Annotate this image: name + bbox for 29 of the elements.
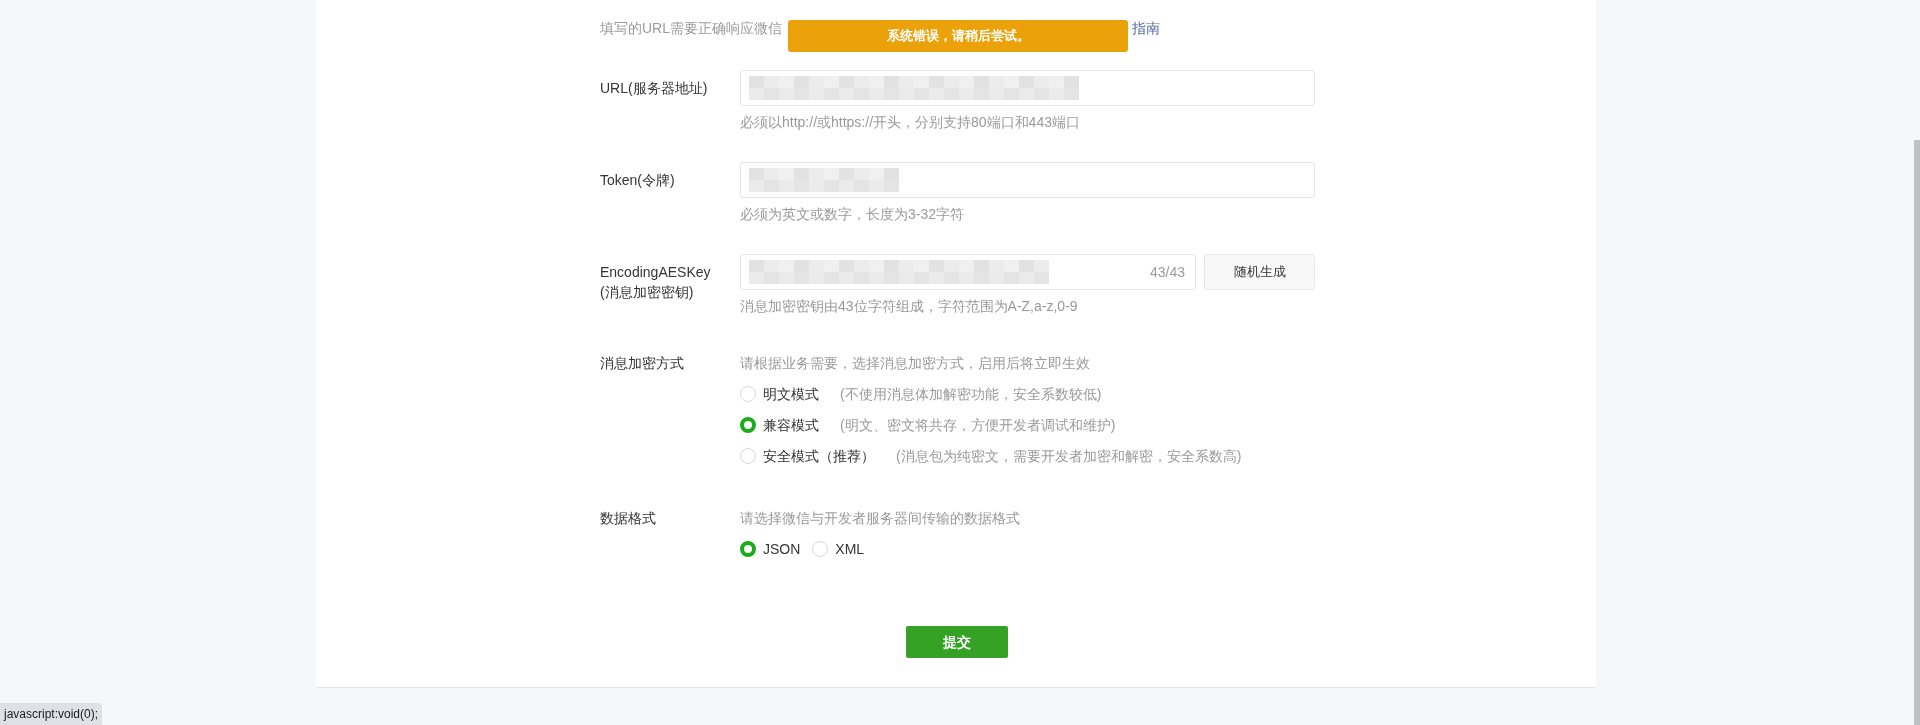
field-label: (消息加密密钥) (600, 283, 695, 302)
radio-button[interactable] (740, 417, 756, 433)
text-input-field[interactable] (740, 70, 1315, 106)
field-hint: 必须为英文或数字，长度为3-32字符 (740, 205, 966, 224)
radio-button[interactable] (740, 541, 756, 557)
radio-label[interactable]: 安全模式（推荐） (763, 445, 875, 467)
option-note: (明文、密文将共存，方便开发者调试和维护) (840, 415, 1116, 435)
intro-text: 填写的URL需要正确响应微信 (600, 18, 782, 38)
field-label: Token(令牌) (600, 171, 676, 190)
radio-label[interactable]: JSON (763, 538, 801, 560)
option-note: (不使用消息体加解密功能，安全系数较低) (840, 384, 1102, 404)
radio-label[interactable]: XML (835, 538, 865, 560)
guide-link[interactable]: 指南 (1132, 17, 1160, 39)
section-hint: 请根据业务需要，选择消息加密方式，启用后将立即生效 (740, 354, 1091, 373)
section-label: 数据格式 (600, 509, 657, 528)
option-note: (消息包为纯密文，需要开发者加密和解密，安全系数高) (896, 446, 1242, 466)
generate-button[interactable]: 随机生成 (1204, 254, 1315, 290)
status-text: javascript:void(0); (4, 706, 99, 723)
field-label: URL(服务器地址) (600, 79, 709, 98)
radio-label[interactable]: 兼容模式 (763, 414, 819, 436)
character-count: 43/43 (1149, 262, 1185, 282)
radio-label[interactable]: 明文模式 (763, 383, 819, 405)
text-input-field[interactable] (740, 162, 1315, 198)
toast-text: 系统错误，请稍后尝试。 (886, 27, 1030, 46)
field-hint: 必须以http://或https://开头，分别支持80端口和443端口 (740, 113, 1081, 132)
section-label: 消息加密方式 (600, 354, 685, 373)
field-hint: 消息加密密钥由43位字符组成，字符范围为A-Z,a-z,0-9 (740, 297, 1079, 316)
field-label: EncodingAESKey (600, 263, 712, 282)
section-hint: 请选择微信与开发者服务器间传输的数据格式 (740, 509, 1020, 528)
